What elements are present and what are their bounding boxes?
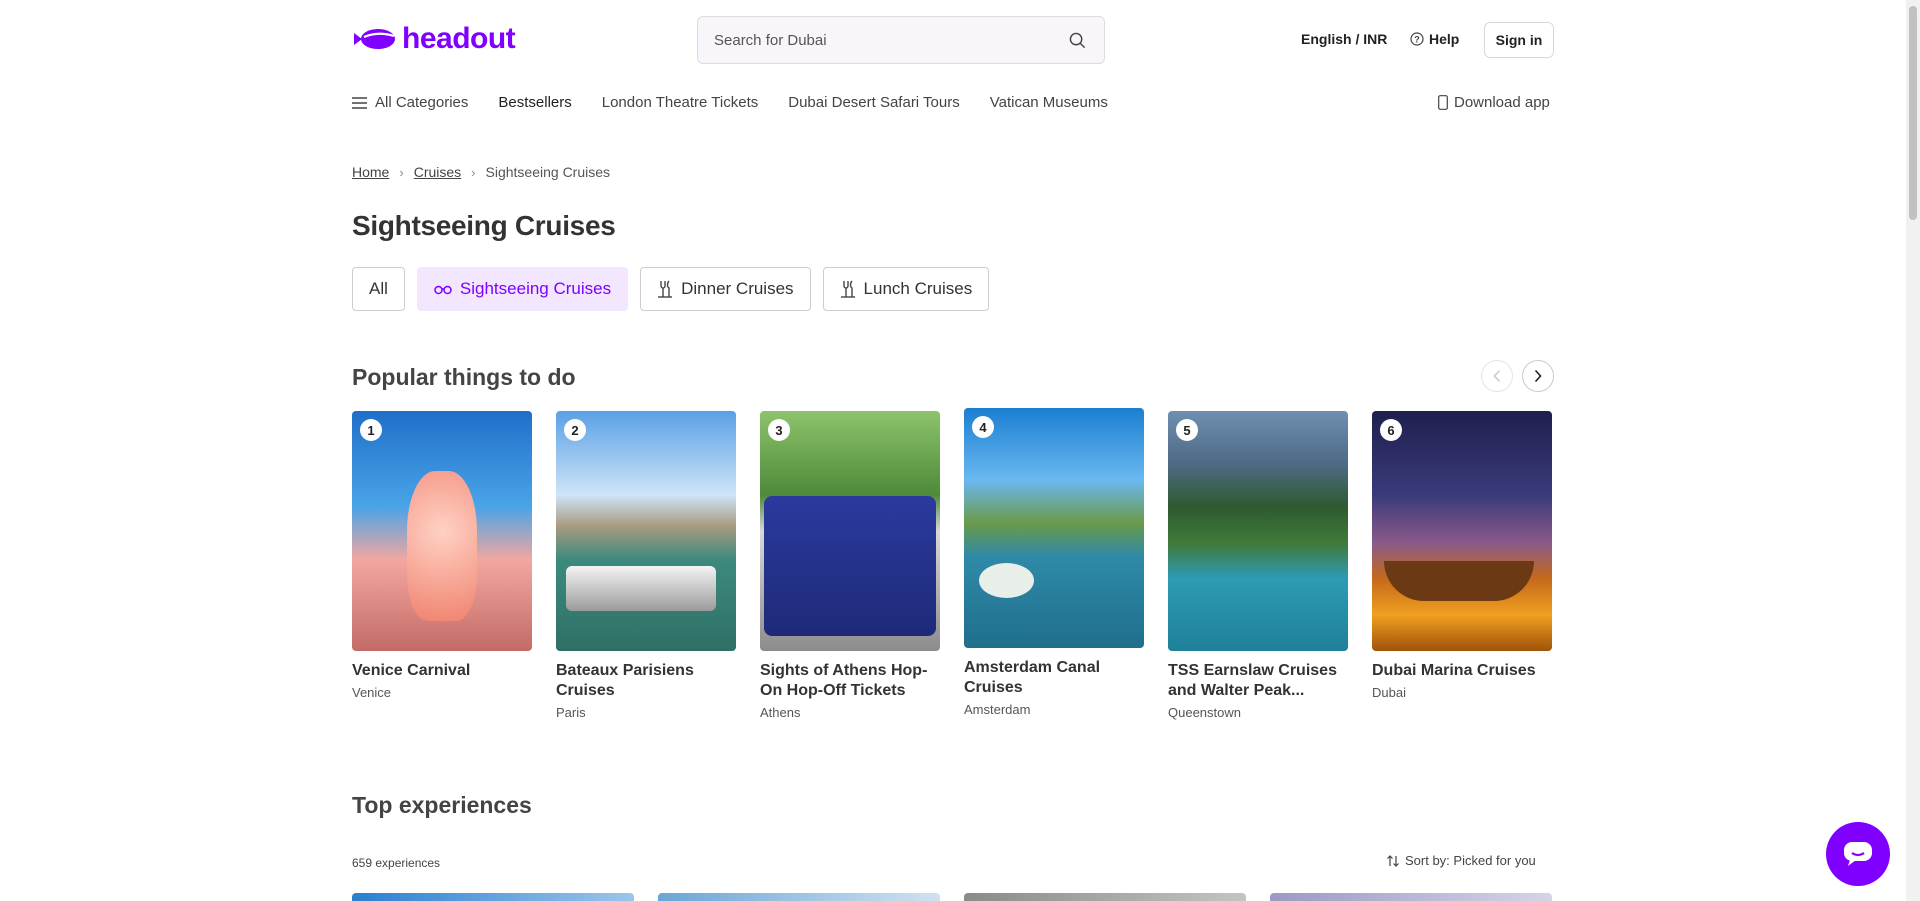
top-experiences-title: Top experiences (352, 792, 532, 818)
filter-chip-lunch-cruises[interactable]: Lunch Cruises (822, 267, 990, 311)
help-label: Help (1429, 31, 1460, 47)
rank-badge: 1 (360, 419, 382, 441)
breadcrumb-cruises[interactable]: Cruises (414, 164, 461, 180)
svg-text:?: ? (1414, 35, 1420, 45)
popular-carousel: 1 Venice Carnival Venice 2 Bateaux Paris… (352, 408, 1554, 741)
card-title: Bateaux Parisiens Cruises (556, 662, 694, 699)
chevron-left-icon (1493, 369, 1501, 383)
sort-label: Sort by: Picked for you (1405, 853, 1536, 868)
popular-card-tss-earnslaw[interactable]: 5 TSS Earnslaw Cruises and Walter Peak..… (1168, 411, 1348, 720)
phone-icon (1438, 95, 1448, 110)
card-title: Venice Carnival (352, 662, 471, 679)
popular-section-title: Popular things to do (352, 364, 576, 390)
card-title: TSS Earnslaw Cruises and Walter Peak... (1168, 662, 1337, 699)
breadcrumb: Home › Cruises › Sightseeing Cruises (352, 164, 610, 180)
filter-chip-dinner-cruises[interactable]: Dinner Cruises (640, 267, 811, 311)
search-icon[interactable] (1066, 29, 1088, 51)
nav-item-london-theatre[interactable]: London Theatre Tickets (602, 94, 759, 111)
chevron-right-icon: › (471, 164, 476, 180)
breadcrumb-current: Sightseeing Cruises (485, 164, 611, 180)
card-city: Amsterdam (964, 702, 1031, 717)
rank-badge: 3 (768, 419, 790, 441)
breadcrumb-home[interactable]: Home (352, 164, 389, 180)
all-categories-menu[interactable]: All Categories (352, 94, 468, 111)
experience-card[interactable] (1270, 893, 1552, 901)
filter-chip-all[interactable]: All (352, 267, 405, 311)
card-city: Athens (760, 705, 801, 720)
card-image: 1 (352, 411, 532, 651)
card-image: 3 (760, 411, 940, 651)
card-title: Sights of Athens Hop-On Hop-Off Tickets (760, 662, 928, 699)
rank-badge: 5 (1176, 419, 1198, 441)
chevron-right-icon (1534, 369, 1542, 383)
rank-badge: 6 (1380, 419, 1402, 441)
popular-card-bateaux-parisiens[interactable]: 2 Bateaux Parisiens Cruises Paris (556, 411, 736, 720)
card-image: 4 (964, 408, 1144, 648)
filter-chip-label: Dinner Cruises (681, 279, 794, 298)
chat-support-button[interactable] (1826, 822, 1890, 886)
carousel-prev-button[interactable] (1481, 360, 1513, 392)
search-bar[interactable] (697, 16, 1105, 64)
card-title: Amsterdam Canal Cruises (964, 659, 1101, 696)
help-link[interactable]: ? Help (1410, 31, 1459, 47)
experience-card[interactable] (658, 893, 940, 901)
popular-card-venice-carnival[interactable]: 1 Venice Carnival Venice (352, 411, 532, 700)
popular-card-amsterdam-canal[interactable]: 4 Amsterdam Canal Cruises Amsterdam (964, 408, 1144, 717)
chat-bubble-icon (1844, 842, 1872, 866)
sort-icon (1387, 854, 1399, 867)
card-title: Dubai Marina Cruises (1372, 662, 1536, 679)
dinner-cruise-icon (658, 280, 673, 298)
scrollbar-thumb[interactable] (1909, 6, 1917, 220)
carousel-controls (1481, 360, 1554, 392)
language-currency-selector[interactable]: English / INR (1301, 31, 1387, 47)
card-city: Queenstown (1168, 705, 1241, 720)
filter-chip-label: All (369, 279, 388, 298)
headout-logo[interactable]: headout (352, 22, 516, 56)
all-categories-label: All Categories (375, 94, 469, 111)
subcategory-filters: All Sightseeing Cruises Dinner Cruises L… (352, 267, 990, 311)
nav-item-dubai-desert-safari[interactable]: Dubai Desert Safari Tours (788, 94, 959, 111)
headout-blimp-icon (354, 29, 395, 49)
sort-dropdown[interactable]: Sort by: Picked for you (1386, 853, 1536, 868)
card-city: Paris (556, 705, 586, 720)
filter-chip-label: Sightseeing Cruises (459, 279, 612, 298)
card-image: 2 (556, 411, 736, 651)
sign-in-button[interactable]: Sign in (1484, 22, 1554, 58)
popular-card-athens-hop-on[interactable]: 3 Sights of Athens Hop-On Hop-Off Ticket… (760, 411, 940, 720)
rank-badge: 2 (564, 419, 586, 441)
card-city: Dubai (1372, 685, 1406, 700)
logo-text: headout (402, 22, 516, 55)
chevron-right-icon: › (399, 164, 404, 180)
card-image: 5 (1168, 411, 1348, 651)
carousel-next-button[interactable] (1522, 360, 1554, 392)
experience-card[interactable] (964, 893, 1246, 901)
popular-card-dubai-marina[interactable]: 6 Dubai Marina Cruises Dubai (1372, 411, 1552, 700)
rank-badge: 4 (972, 416, 994, 438)
search-input[interactable] (714, 31, 1066, 49)
binoculars-icon (434, 285, 452, 295)
category-nav: All Categories Bestsellers London Theatr… (352, 94, 1138, 111)
page-scrollbar[interactable] (1906, 0, 1920, 901)
page-title: Sightseeing Cruises (352, 210, 616, 241)
experience-card[interactable] (352, 893, 634, 901)
lunch-cruise-icon (840, 280, 855, 298)
card-image: 6 (1372, 411, 1552, 651)
experience-count: 659 experiences (352, 856, 441, 870)
download-app-link[interactable]: Download app (1438, 94, 1550, 111)
download-app-label: Download app (1454, 94, 1550, 111)
hamburger-icon (352, 96, 367, 109)
nav-item-bestsellers[interactable]: Bestsellers (498, 94, 571, 111)
card-city: Venice (352, 685, 392, 700)
nav-item-vatican-museums[interactable]: Vatican Museums (990, 94, 1108, 111)
filter-chip-sightseeing-cruises[interactable]: Sightseeing Cruises (416, 267, 629, 311)
help-icon: ? (1410, 32, 1424, 46)
filter-chip-label: Lunch Cruises (863, 279, 973, 298)
